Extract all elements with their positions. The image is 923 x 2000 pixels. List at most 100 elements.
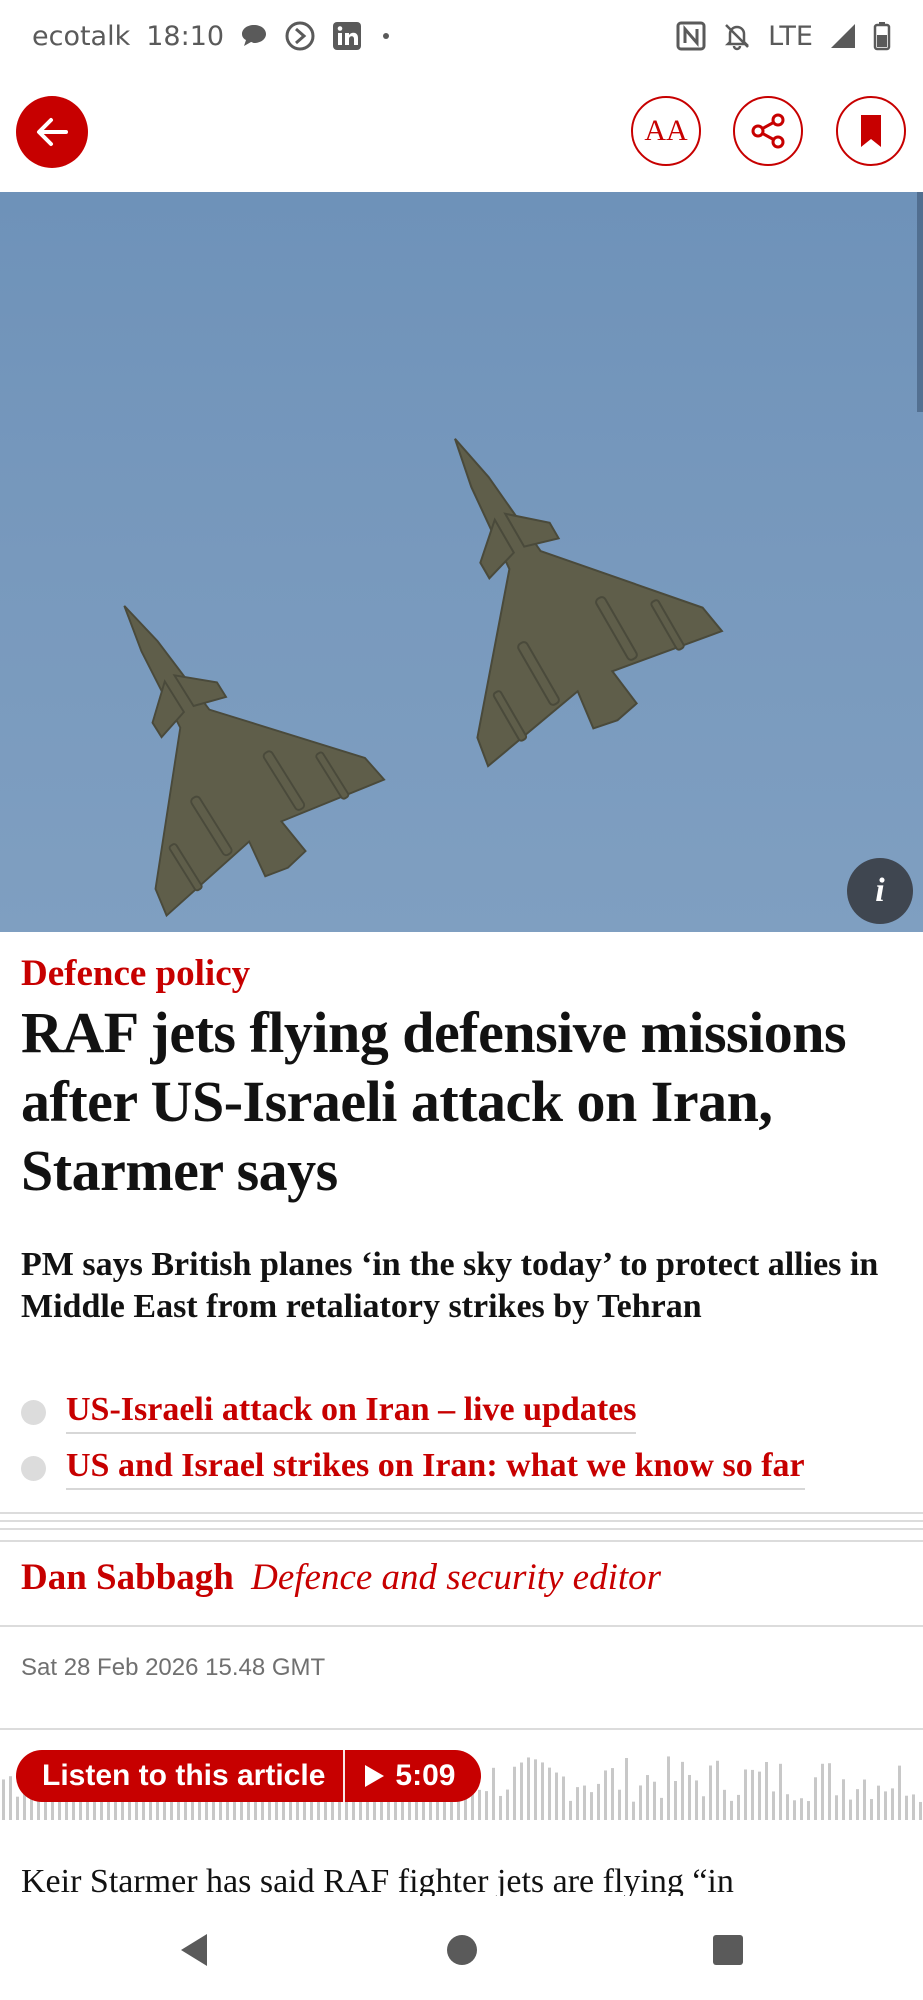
divider xyxy=(0,1540,923,1542)
waveform-bar xyxy=(772,1791,775,1820)
bullet-icon xyxy=(21,1399,46,1425)
byline: Dan Sabbagh Defence and security editor xyxy=(21,1556,661,1599)
share-icon xyxy=(751,113,785,149)
waveform-bar xyxy=(604,1770,607,1820)
waveform-bar xyxy=(534,1759,537,1820)
share-button[interactable] xyxy=(733,96,803,166)
play-icon xyxy=(365,1765,385,1787)
waveform-bar xyxy=(576,1787,579,1820)
waveform-bar xyxy=(898,1765,901,1820)
related-link-item[interactable]: US and Israel strikes on Iran: what we k… xyxy=(21,1440,901,1496)
article-toolbar: AA xyxy=(0,92,923,172)
nav-back-button[interactable] xyxy=(172,1928,216,1972)
waveform-bar xyxy=(793,1800,796,1820)
article-kicker[interactable]: Defence policy xyxy=(21,952,250,995)
waveform-bar xyxy=(16,1796,19,1820)
waveform-bar xyxy=(646,1775,649,1820)
waveform-bar xyxy=(835,1795,838,1820)
signal-icon xyxy=(829,22,857,50)
waveform-bar xyxy=(863,1779,866,1820)
waveform-bar xyxy=(758,1771,761,1820)
clock: 18:10 xyxy=(146,20,225,52)
related-link[interactable]: US-Israeli attack on Iran – live updates xyxy=(66,1391,637,1434)
dot-icon xyxy=(378,28,394,44)
author-role: Defence and security editor xyxy=(251,1557,662,1598)
waveform-bar xyxy=(583,1785,586,1820)
linkedin-icon xyxy=(332,21,362,51)
bullet-icon xyxy=(21,1455,46,1481)
waveform-bar xyxy=(660,1797,663,1820)
divider xyxy=(0,1512,923,1514)
waveform-bar xyxy=(548,1767,551,1820)
waveform-bar xyxy=(9,1776,12,1820)
article-standfirst: PM says British planes ‘in the sky today… xyxy=(21,1246,879,1325)
author-name[interactable]: Dan Sabbagh xyxy=(21,1557,234,1598)
system-nav-bar xyxy=(0,1900,923,2000)
divider xyxy=(0,1728,923,1730)
waveform-bar xyxy=(667,1756,670,1820)
divider xyxy=(0,1625,923,1627)
play-control[interactable]: 5:09 xyxy=(345,1759,481,1793)
waveform-bar xyxy=(681,1761,684,1820)
info-icon: i xyxy=(875,872,885,909)
waveform-bar xyxy=(884,1791,887,1820)
waveform-bar xyxy=(737,1794,740,1820)
waveform-bar xyxy=(716,1760,719,1820)
waveform-bar xyxy=(709,1765,712,1820)
home-circle-icon xyxy=(447,1935,477,1965)
waveform-bar xyxy=(891,1788,894,1820)
chat-bubble-icon xyxy=(240,23,268,49)
image-info-button[interactable]: i xyxy=(847,858,913,924)
text-size-button[interactable]: AA xyxy=(631,96,701,166)
waveform-bar xyxy=(814,1777,817,1820)
waveform-bar xyxy=(2,1779,5,1820)
battery-icon xyxy=(873,21,891,51)
nav-recents-button[interactable] xyxy=(706,1928,750,1972)
waveform-bar xyxy=(842,1779,845,1820)
listen-button[interactable]: Listen to this article 5:09 xyxy=(16,1750,482,1802)
waveform-bar xyxy=(639,1785,642,1820)
waveform-bar xyxy=(527,1757,530,1820)
waveform-bar xyxy=(597,1783,600,1820)
waveform-bar xyxy=(786,1794,789,1820)
audio-player: Listen to this article 5:09 xyxy=(0,1740,923,1832)
hero-image: i xyxy=(0,192,923,932)
related-link[interactable]: US and Israel strikes on Iran: what we k… xyxy=(66,1447,805,1490)
back-button[interactable] xyxy=(16,96,88,168)
waveform-bar xyxy=(478,1789,481,1820)
carrier-label: ecotalk xyxy=(32,20,131,52)
waveform-bar xyxy=(723,1789,726,1820)
text-size-icon: AA xyxy=(644,114,688,147)
waveform-bar xyxy=(674,1781,677,1820)
waveform-bar xyxy=(590,1792,593,1820)
status-bar: ecotalk 18:10 LTE xyxy=(0,0,923,72)
waveform-bar xyxy=(513,1766,516,1820)
scroll-indicator xyxy=(917,192,923,412)
related-link-item[interactable]: US-Israeli attack on Iran – live updates xyxy=(21,1384,901,1440)
bookmark-button[interactable] xyxy=(836,96,906,166)
waveform-bar xyxy=(492,1767,495,1820)
waveform-bar xyxy=(562,1776,565,1820)
waveform-bar xyxy=(856,1789,859,1820)
waveform-bar xyxy=(905,1795,908,1820)
publish-date: Sat 28 Feb 2026 15.48 GMT xyxy=(21,1654,326,1681)
waveform-bar xyxy=(919,1801,922,1820)
waveform-bar xyxy=(779,1763,782,1820)
status-left: ecotalk 18:10 xyxy=(32,20,394,52)
recents-square-icon xyxy=(713,1935,743,1965)
waveform-bar xyxy=(625,1758,628,1820)
waveform-bar xyxy=(807,1801,810,1820)
waveform-bar xyxy=(821,1763,824,1820)
waveform-bar xyxy=(912,1794,915,1820)
audio-duration: 5:09 xyxy=(395,1759,456,1792)
waveform-bar xyxy=(765,1761,768,1820)
listen-divider xyxy=(343,1750,346,1802)
nav-home-button[interactable] xyxy=(440,1928,484,1972)
waveform-bar xyxy=(499,1795,502,1820)
waveform-bar xyxy=(730,1800,733,1820)
divider xyxy=(0,1528,923,1530)
waveform-bar xyxy=(394,1799,397,1820)
waveform-bar xyxy=(541,1762,544,1820)
waveform-bar xyxy=(611,1768,614,1820)
waveform-bar xyxy=(800,1798,803,1820)
